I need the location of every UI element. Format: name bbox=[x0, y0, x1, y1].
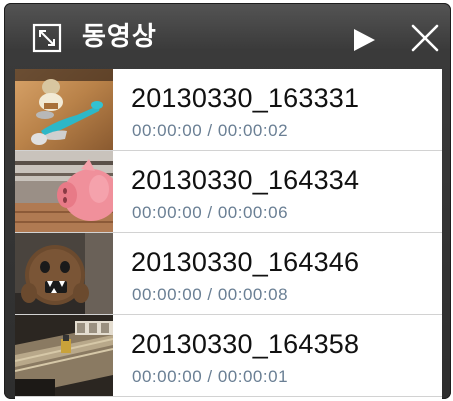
title-bar: 동영상 bbox=[4, 3, 451, 69]
video-list: 20130330_163331 00:00:00 / 00:00:02 2013… bbox=[15, 69, 442, 399]
video-list-item[interactable]: 20130330_164346 00:00:00 / 00:00:08 bbox=[15, 233, 442, 315]
video-time: 00:00:00 / 00:00:06 bbox=[132, 203, 289, 222]
video-time: 00:00:00 / 00:00:01 bbox=[132, 367, 289, 386]
video-time: 00:00:00 / 00:00:08 bbox=[132, 285, 289, 304]
video-popup-window: 동영상 20130330_163331 00:00:00 / 00:00:02 … bbox=[4, 3, 451, 399]
toy-train-track-thumbnail bbox=[15, 315, 113, 396]
close-icon[interactable] bbox=[409, 22, 441, 54]
video-filename: 20130330_163331 bbox=[131, 83, 360, 113]
play-icon[interactable] bbox=[349, 25, 379, 55]
video-time: 00:00:00 / 00:00:02 bbox=[132, 121, 289, 140]
expand-icon[interactable] bbox=[32, 23, 62, 53]
video-filename: 20130330_164358 bbox=[131, 329, 360, 359]
toys-on-table-thumbnail bbox=[15, 69, 113, 150]
video-list-item[interactable]: 20130330_164334 00:00:00 / 00:00:06 bbox=[15, 151, 442, 233]
video-filename: 20130330_164346 bbox=[131, 247, 360, 277]
video-list-item[interactable]: 20130330_163331 00:00:00 / 00:00:02 bbox=[15, 69, 442, 151]
brown-plush-toy-thumbnail bbox=[15, 233, 113, 314]
pink-piggy-bank-thumbnail bbox=[15, 151, 113, 232]
video-filename: 20130330_164334 bbox=[131, 165, 360, 195]
window-title: 동영상 bbox=[82, 22, 157, 52]
video-list-item[interactable]: 20130330_164358 00:00:00 / 00:00:01 bbox=[15, 315, 442, 397]
